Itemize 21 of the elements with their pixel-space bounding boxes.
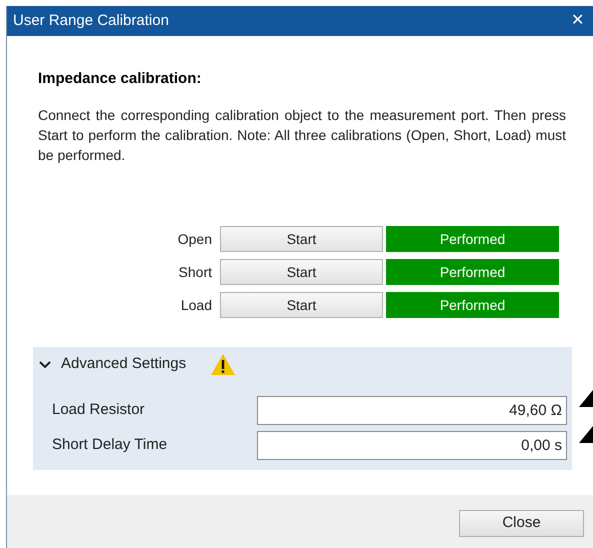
- calibration-label: Open: [176, 230, 213, 249]
- chevron-icon[interactable]: [39, 360, 51, 370]
- calibration-label: Short: [178, 262, 213, 282]
- pointer-arrow-icon: [579, 390, 593, 408]
- close-button[interactable]: Close: [459, 510, 584, 537]
- status-indicator: Performed: [386, 226, 559, 252]
- heading: Impedance calibration:: [38, 69, 202, 89]
- instructions: Connect the corresponding calibration object to the measurement port. Then press Start to perform the calibration. Note: All three calibrations (Open, Short, Load) must be performed.: [38, 106, 566, 164]
- input-field[interactable]: 0,00 s: [257, 430, 567, 460]
- calibration-label: Load: [180, 296, 213, 314]
- start-button[interactable]: Start: [220, 259, 383, 285]
- section-title[interactable]: Advanced Settings: [61, 353, 186, 376]
- start-button[interactable]: Start: [220, 226, 383, 252]
- window-title: User Range Calibration: [13, 10, 169, 31]
- start-button[interactable]: Start: [220, 292, 383, 318]
- status-indicator: Performed: [386, 292, 559, 318]
- pointer-arrow-icon: [579, 426, 593, 444]
- field-label: Short Delay Time: [51, 434, 168, 455]
- input-field[interactable]: 49,60 Ω: [257, 396, 567, 424]
- status-indicator: Performed: [386, 259, 559, 285]
- field-label: Load Resistor: [51, 400, 146, 420]
